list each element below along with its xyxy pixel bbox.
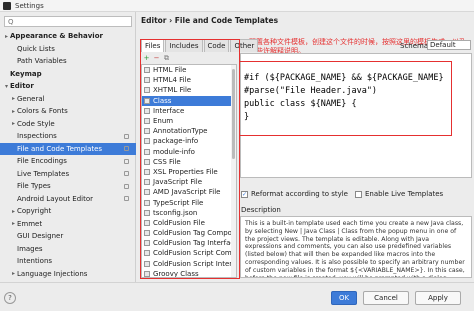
sidebar-item-label: Emmet: [17, 219, 43, 228]
schema-dropdown[interactable]: Default: [427, 40, 471, 50]
sidebar-item-label: Keymap: [10, 69, 42, 78]
sidebar-item-label: Path Variables: [17, 57, 67, 66]
sidebar-item[interactable]: ▸ General: [0, 93, 136, 106]
project-settings-icon: [124, 183, 129, 189]
sidebar-item-label: File and Code Templates: [17, 144, 103, 153]
dialog-buttons: ? OK Cancel Apply: [0, 282, 474, 311]
sidebar-item[interactable]: ▸ Language Injections: [0, 268, 136, 281]
apply-button[interactable]: Apply: [415, 291, 461, 305]
project-settings-icon: [124, 158, 129, 164]
sidebar-item-label: Quick Lists: [17, 44, 55, 53]
sidebar-item-label: File Types: [17, 182, 51, 191]
help-icon[interactable]: ?: [4, 292, 16, 304]
sidebar-item-label: Inspections: [17, 132, 57, 141]
sidebar-item-label: Colors & Fonts: [17, 107, 68, 116]
project-settings-icon: [124, 171, 129, 177]
chevron-icon[interactable]: ▸: [10, 220, 17, 227]
chevron-icon[interactable]: ▾: [3, 83, 10, 90]
reformat-checkbox[interactable]: ✓: [241, 190, 248, 198]
reformat-label: Reformat according to style: [251, 190, 348, 198]
chevron-icon[interactable]: ▸: [10, 120, 17, 127]
settings-sidebar: Q ▸ Appearance & Behavior Quick Lists Path …: [0, 12, 136, 290]
sidebar-item[interactable]: ▸ Code Style: [0, 118, 136, 131]
sidebar-item[interactable]: Path Variables: [0, 55, 136, 68]
cancel-button[interactable]: Cancel: [363, 291, 409, 305]
sidebar-item[interactable]: Live Templates: [0, 168, 136, 181]
project-settings-icon: [124, 146, 129, 152]
description-text: This is a built-in template used each ti…: [240, 216, 472, 278]
schema-label: Schema:: [400, 42, 431, 50]
live-templates-option[interactable]: Enable Live Templates: [355, 190, 443, 198]
sidebar-item[interactable]: ▸ Copyright: [0, 205, 136, 218]
sidebar-item[interactable]: Inspections: [0, 130, 136, 143]
sidebar-item[interactable]: Android Layout Editor: [0, 193, 136, 206]
reformat-option[interactable]: ✓ Reformat according to style: [241, 190, 348, 198]
sidebar-item-label: Images: [17, 244, 43, 253]
highlight-box-code: [239, 61, 452, 136]
ok-button[interactable]: OK: [331, 291, 357, 305]
sidebar-item[interactable]: Images: [0, 243, 136, 256]
search-icon: Q: [8, 17, 14, 26]
sidebar-item[interactable]: Keymap: [0, 68, 136, 81]
title-bar: Settings: [0, 0, 474, 12]
sidebar-item-label: File Encodings: [17, 157, 67, 166]
sidebar-item-label: Copyright: [17, 207, 52, 216]
sidebar-item-label: GUI Designer: [17, 232, 64, 241]
sidebar-item[interactable]: File Types: [0, 180, 136, 193]
project-settings-icon: [124, 196, 129, 202]
sidebar-item-label: Intentions: [17, 257, 53, 266]
sidebar-item[interactable]: Quick Lists: [0, 43, 136, 56]
sidebar-item[interactable]: ▸ Emmet: [0, 218, 136, 231]
sidebar-item[interactable]: File and Code Templates: [0, 142, 136, 155]
sidebar-item-label: Live Templates: [17, 169, 70, 178]
sidebar-item-label: Editor: [10, 82, 34, 91]
sidebar-item[interactable]: ▾ Editor: [0, 80, 136, 93]
sidebar-item[interactable]: Intentions: [0, 255, 136, 268]
chevron-icon[interactable]: ▸: [10, 270, 17, 277]
settings-search-input[interactable]: Q: [4, 16, 132, 27]
chevron-icon[interactable]: ▸: [10, 108, 17, 115]
chevron-icon[interactable]: ▸: [3, 33, 10, 40]
sidebar-item[interactable]: ▸ Appearance & Behavior: [0, 30, 136, 43]
sidebar-item-label: General: [17, 94, 45, 103]
chevron-icon[interactable]: ▸: [10, 208, 17, 215]
sidebar-item[interactable]: File Encodings: [0, 155, 136, 168]
sidebar-item-label: Appearance & Behavior: [10, 32, 103, 41]
breadcrumb: Editor › File and Code Templates: [141, 16, 279, 25]
sidebar-item-label: Language Injections: [17, 269, 88, 278]
highlight-box-list: [140, 39, 240, 279]
live-templates-checkbox[interactable]: [355, 190, 362, 198]
settings-tree: ▸ Appearance & Behavior Quick Lists Path Va…: [0, 30, 136, 293]
sidebar-item[interactable]: ▸ Colors & Fonts: [0, 105, 136, 118]
live-templates-label: Enable Live Templates: [365, 190, 444, 198]
sidebar-item-label: Android Layout Editor: [17, 194, 94, 203]
window-title: Settings: [15, 1, 44, 10]
description-label: Description: [241, 206, 281, 214]
app-icon: [3, 1, 11, 10]
chevron-icon[interactable]: ▸: [10, 95, 17, 102]
settings-content: Editor › File and Code Templates 配置各种文件模…: [137, 12, 474, 282]
sidebar-item[interactable]: GUI Designer: [0, 230, 136, 243]
project-settings-icon: [124, 133, 129, 139]
sidebar-item-label: Code Style: [17, 119, 55, 128]
